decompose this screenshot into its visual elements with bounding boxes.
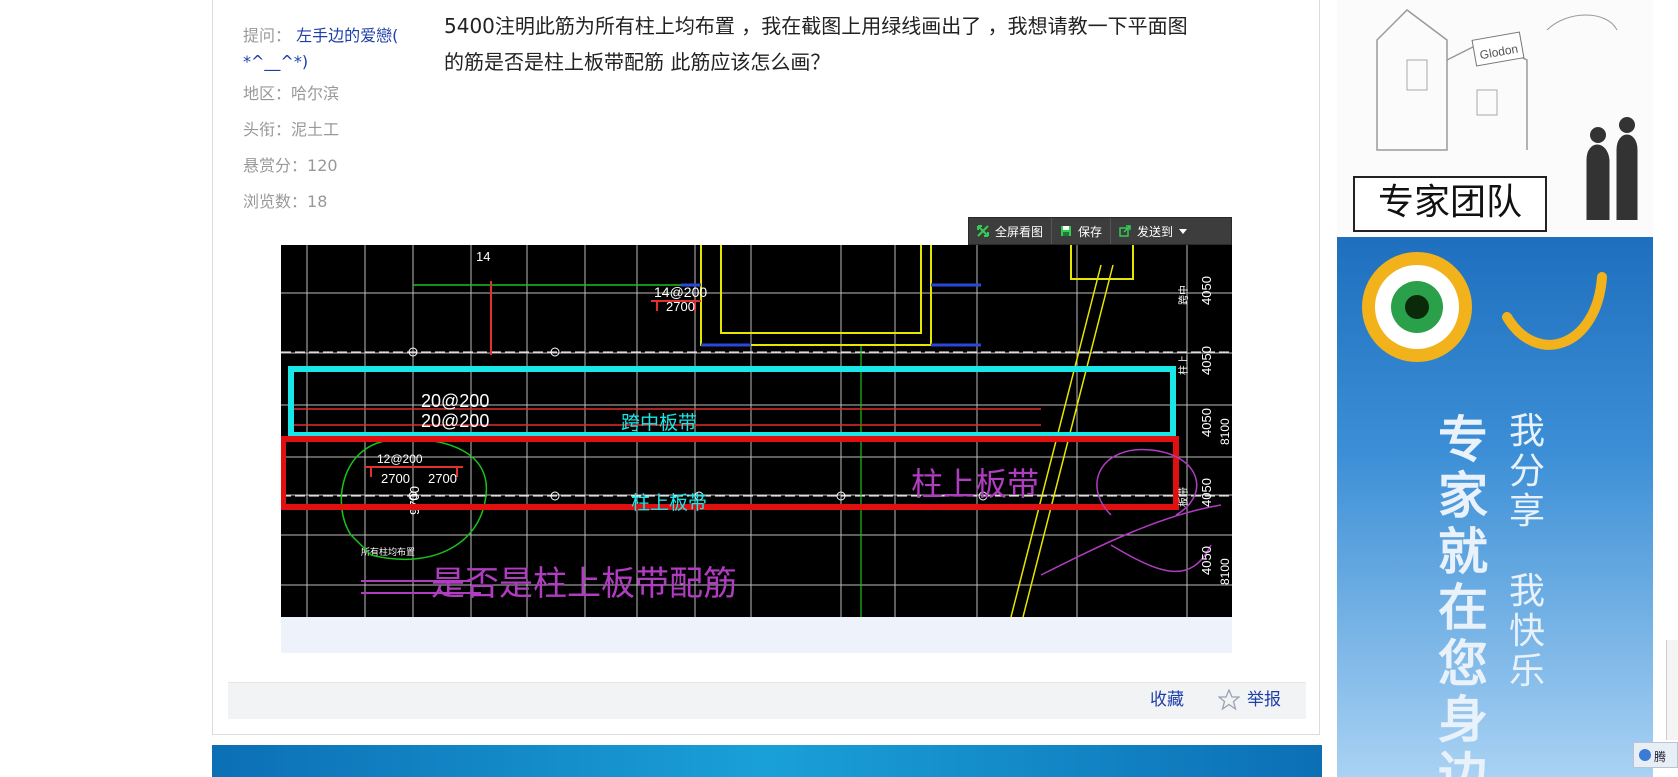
fullscreen-icon [977,225,989,237]
scrollbar-edge[interactable] [1666,640,1678,740]
asker-meta: 提问： 左手边的爱戀( *^__^*) 地区：哈尔滨 头衔：泥土工 悬赏分：12… [243,18,433,220]
rebar-top-label: 14@200 [654,284,707,300]
rebar-mid-len-right: 2700 [428,471,457,486]
eye-smile-logo [1362,252,1607,362]
title-value: 泥土工 [291,120,340,139]
handwriting-bottom: 是否是柱上板带配筋 [431,564,737,604]
dim-8100-b: 8100 [1218,558,1232,585]
slogan-small-1: 我分享 [1508,411,1545,532]
question-body: 5400注明此筋为所有柱上均布置 ，我在截图上用绿线画出了 ，我想请教一下平面图… [444,8,1264,80]
left-gutter [0,0,212,777]
annotation-text: 所有柱均布置 [361,546,415,557]
blue-walls [681,283,981,347]
reward-value: 120 [307,156,338,175]
vertical-dim: 9700 [407,486,422,515]
handwriting-right: 柱上板带 [911,465,1039,503]
tray-label: 腾 [1654,750,1667,764]
column-strip-label: 柱上板带 [631,492,707,514]
report-link[interactable]: 举报 [1247,682,1281,718]
system-tray-popup[interactable]: 腾 [1633,742,1678,768]
handwriting-curves [1040,448,1222,576]
slogan-big: 专家就在您身边 [1438,411,1488,777]
rebar-line2-label: 20@200 [421,411,489,431]
asker-name-link[interactable]: 左手边的爱戀( [296,26,398,45]
title-label: 头衔： [243,120,292,139]
dim-8100-a: 8100 [1218,418,1232,445]
side-advertisement[interactable]: Glodon 专家团队 专家就在您身边 我分享 我快乐 [1337,0,1653,777]
asker-label: 提问： [243,26,292,45]
fullscreen-button[interactable]: 全屏看图 [969,218,1051,244]
question-text-line1: 5400注明此筋为所有柱上均布置 ，我在截图上用绿线画出了 ，我想请教一下平面图 [444,14,1188,38]
rebar-mid-len-left: 2700 [381,471,410,486]
chevron-down-icon[interactable] [1179,228,1188,234]
dim-4050-e: 4050 [1199,546,1214,575]
dim-14: 14 [476,249,490,264]
save-icon [1061,226,1072,236]
rebar-top-len: 2700 [666,299,695,314]
grid-lines [281,245,1232,617]
slogan-small-2: 我快乐 [1508,571,1545,692]
region-value: 哈尔滨 [291,84,340,103]
star-icon[interactable] [1218,689,1240,711]
bottom-banner-ad[interactable] [212,745,1322,777]
cad-drawing-screenshot[interactable]: 14@200 2700 14 20@200 20@200 12@200 2700… [281,245,1232,617]
views-label: 浏览数： [243,192,308,211]
dim-4050-a: 4050 [1199,276,1214,305]
ad-sketch-panel: Glodon 专家团队 [1337,0,1653,237]
question-image-frame: 14@200 2700 14 20@200 20@200 12@200 2700… [281,245,1232,653]
views-value: 18 [307,192,328,211]
middle-strip-label: 跨中板带 [621,412,697,434]
rebar-line1-label: 20@200 [421,391,489,411]
save-image-button[interactable]: 保存 [1051,218,1110,244]
send-to-button[interactable]: 发送到 [1110,218,1195,244]
expert-team-label: 专家团队 [1353,176,1547,232]
question-text-line2: 的筋是否是柱上板带配筋 此筋应该怎么画？ [444,50,831,74]
share-icon [1119,225,1131,237]
action-bar [228,682,1306,719]
dim-4050-b: 4050 [1199,346,1214,375]
reward-row: 悬赏分：120 [243,148,433,184]
dim-4050-c: 4050 [1199,408,1214,437]
views-row: 浏览数：18 [243,184,433,220]
wall-outline-right [1070,245,1134,280]
send-label: 发送到 [1137,224,1174,239]
mark-zhushang: 柱上 [1177,355,1190,375]
mark-kuazhong: 跨中 [1177,285,1190,305]
favorite-link[interactable]: 收藏 [1150,682,1184,718]
ad-slogan-panel: 专家就在您身边 我分享 我快乐 [1337,237,1653,777]
fullscreen-label: 全屏看图 [995,224,1044,239]
region-row: 地区：哈尔滨 [243,76,433,112]
title-row: 头衔：泥土工 [243,112,433,148]
image-toolbar: 全屏看图 保存 发送到 [968,217,1232,245]
save-label: 保存 [1078,224,1103,239]
region-label: 地区： [243,84,292,103]
dim-4050-d: 4050 [1199,478,1214,507]
mark-small: 板带 [1177,487,1190,507]
rebar-mid-label: 12@200 [377,452,423,466]
tray-app-icon [1639,749,1651,761]
cad-drawing-svg: 14@200 2700 14 20@200 20@200 12@200 2700… [281,245,1232,617]
wall-outline [700,245,932,346]
reward-label: 悬赏分： [243,156,308,175]
